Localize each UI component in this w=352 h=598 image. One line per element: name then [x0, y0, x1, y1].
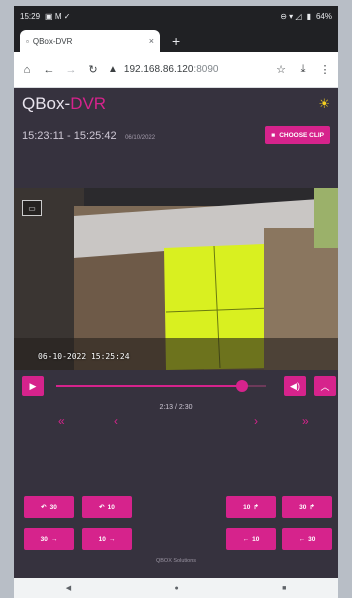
arrow-left-icon: ←: [242, 535, 250, 543]
forward-10-label: 10: [243, 503, 251, 511]
forward-icon: ↱: [253, 504, 259, 511]
home-icon[interactable]: ⌂: [20, 64, 34, 76]
volume-button[interactable]: ◀): [284, 376, 306, 396]
next-clip-icon[interactable]: ›: [254, 414, 258, 428]
forward-icon[interactable]: →: [64, 64, 78, 76]
arrow-left-icon: ←: [298, 535, 306, 543]
android-nav-bar: ◀ ● ■: [14, 578, 338, 598]
app-header: QBox-DVR ☀: [22, 88, 330, 120]
battery-icon: ▮: [306, 11, 311, 21]
video-frame-image: [14, 188, 338, 370]
choose-clip-button[interactable]: ■ CHOOSE CLIP: [265, 126, 330, 144]
clip-navigation: « ‹ 2:13 / 2:30 › »: [14, 404, 338, 436]
nav-back-icon[interactable]: ◀: [66, 584, 71, 592]
step-30-forward-button[interactable]: 30 →: [24, 528, 74, 550]
clip-info-row: 15:23:11 - 15:25:42 06/10/2022 ■ CHOOSE …: [22, 122, 330, 148]
notification-icons: ▣ M ✓: [45, 11, 71, 21]
forward-10-button[interactable]: 10 ↱: [226, 496, 276, 518]
forward-30-button[interactable]: 30 ↱: [282, 496, 332, 518]
arrow-right-icon: →: [50, 535, 58, 543]
rewind-10-label: 10: [107, 503, 115, 511]
phone-screen: 15:29 ▣ M ✓ ⊖ ▾ ◿ ▮ 64% ▫ QBox-DVR × + ⌂…: [14, 6, 338, 598]
status-time: 15:29: [20, 11, 41, 21]
clip-time-range: 15:23:11 - 15:25:42: [22, 130, 117, 142]
volume-icon: ◀): [290, 380, 300, 391]
brand-name: QBox-: [22, 94, 71, 113]
rewind-30-button[interactable]: ↶ 30: [24, 496, 74, 518]
signal-icons: ⊖ ▾ ◿: [280, 11, 302, 21]
browser-tab-strip: ▫ QBox-DVR × +: [14, 26, 338, 52]
browser-tab[interactable]: ▫ QBox-DVR ×: [20, 30, 160, 52]
seek-progress: [56, 385, 243, 387]
seek-thumb[interactable]: [236, 380, 249, 392]
step-30-label: 30: [40, 535, 48, 543]
new-tab-button[interactable]: +: [172, 33, 180, 49]
menu-icon[interactable]: ⋮: [318, 63, 332, 76]
bookmark-star-icon[interactable]: ☆: [274, 63, 288, 76]
address-bar: ⌂ ← → ↻ ▲ 192.168.86.120:8090 ☆ ⤓ ⋮: [14, 52, 338, 88]
first-clip-icon[interactable]: «: [58, 414, 65, 428]
theme-sun-icon[interactable]: ☀: [318, 96, 330, 112]
url-field[interactable]: ▲ 192.168.86.120:8090: [108, 64, 266, 75]
tab-favicon-icon: ▫: [26, 36, 29, 46]
chevron-up-icon: ︿: [320, 381, 330, 392]
nav-home-icon[interactable]: ●: [174, 585, 178, 592]
arrow-right-icon: →: [108, 535, 116, 543]
last-clip-icon[interactable]: »: [302, 414, 309, 428]
download-icon[interactable]: ⤓: [296, 63, 310, 76]
brand-accent: DVR: [70, 94, 107, 113]
cast-icon[interactable]: ▭: [22, 200, 42, 216]
rewind-icon: ↶: [99, 504, 105, 511]
back-icon[interactable]: ←: [42, 64, 56, 76]
forward-icon: ↱: [309, 504, 315, 511]
rewind-30-label: 30: [49, 503, 57, 511]
video-player[interactable]: ▭ 06-10-2022 15:25:24: [14, 188, 338, 370]
step-back-30-label: 30: [308, 535, 316, 543]
rewind-10-button[interactable]: ↶ 10: [82, 496, 132, 518]
playback-controls: ▶ ◀) ︿: [14, 376, 338, 398]
footer-credit: QBOX Solutions: [155, 558, 197, 564]
status-bar: 15:29 ▣ M ✓ ⊖ ▾ ◿ ▮ 64%: [14, 6, 338, 26]
nav-recents-icon[interactable]: ■: [282, 585, 286, 592]
step-10-forward-button[interactable]: 10 →: [82, 528, 132, 550]
url-host: 192.168.86.120: [123, 64, 194, 75]
app-brand: QBox-DVR: [22, 94, 106, 114]
battery-level: 64%: [315, 11, 332, 21]
video-timestamp: 06-10-2022 15:25:24: [38, 352, 130, 361]
play-icon: ▶: [29, 380, 37, 391]
not-secure-icon[interactable]: ▲: [108, 64, 118, 75]
forward-30-label: 30: [299, 503, 307, 511]
play-button[interactable]: ▶: [22, 376, 44, 396]
video-camera-icon: ■: [271, 131, 276, 139]
tab-close-icon[interactable]: ×: [149, 36, 154, 46]
step-back-10-label: 10: [252, 535, 260, 543]
reload-icon[interactable]: ↻: [86, 63, 100, 76]
dvr-app: QBox-DVR ☀ 15:23:11 - 15:25:42 06/10/202…: [14, 88, 338, 598]
step-30-back-button[interactable]: ← 30: [282, 528, 332, 550]
tab-title: QBox-DVR: [32, 36, 73, 46]
progress-text: 2:13 / 2:30: [159, 404, 193, 411]
url-port: :8090: [193, 64, 219, 75]
clip-date: 06/10/2022: [125, 135, 156, 141]
rewind-icon: ↶: [41, 504, 47, 511]
step-10-label: 10: [98, 535, 106, 543]
prev-clip-icon[interactable]: ‹: [114, 414, 118, 428]
expand-up-button[interactable]: ︿: [314, 376, 336, 396]
choose-clip-label: CHOOSE CLIP: [279, 131, 324, 139]
step-10-back-button[interactable]: ← 10: [226, 528, 276, 550]
seek-slider[interactable]: [56, 380, 266, 392]
